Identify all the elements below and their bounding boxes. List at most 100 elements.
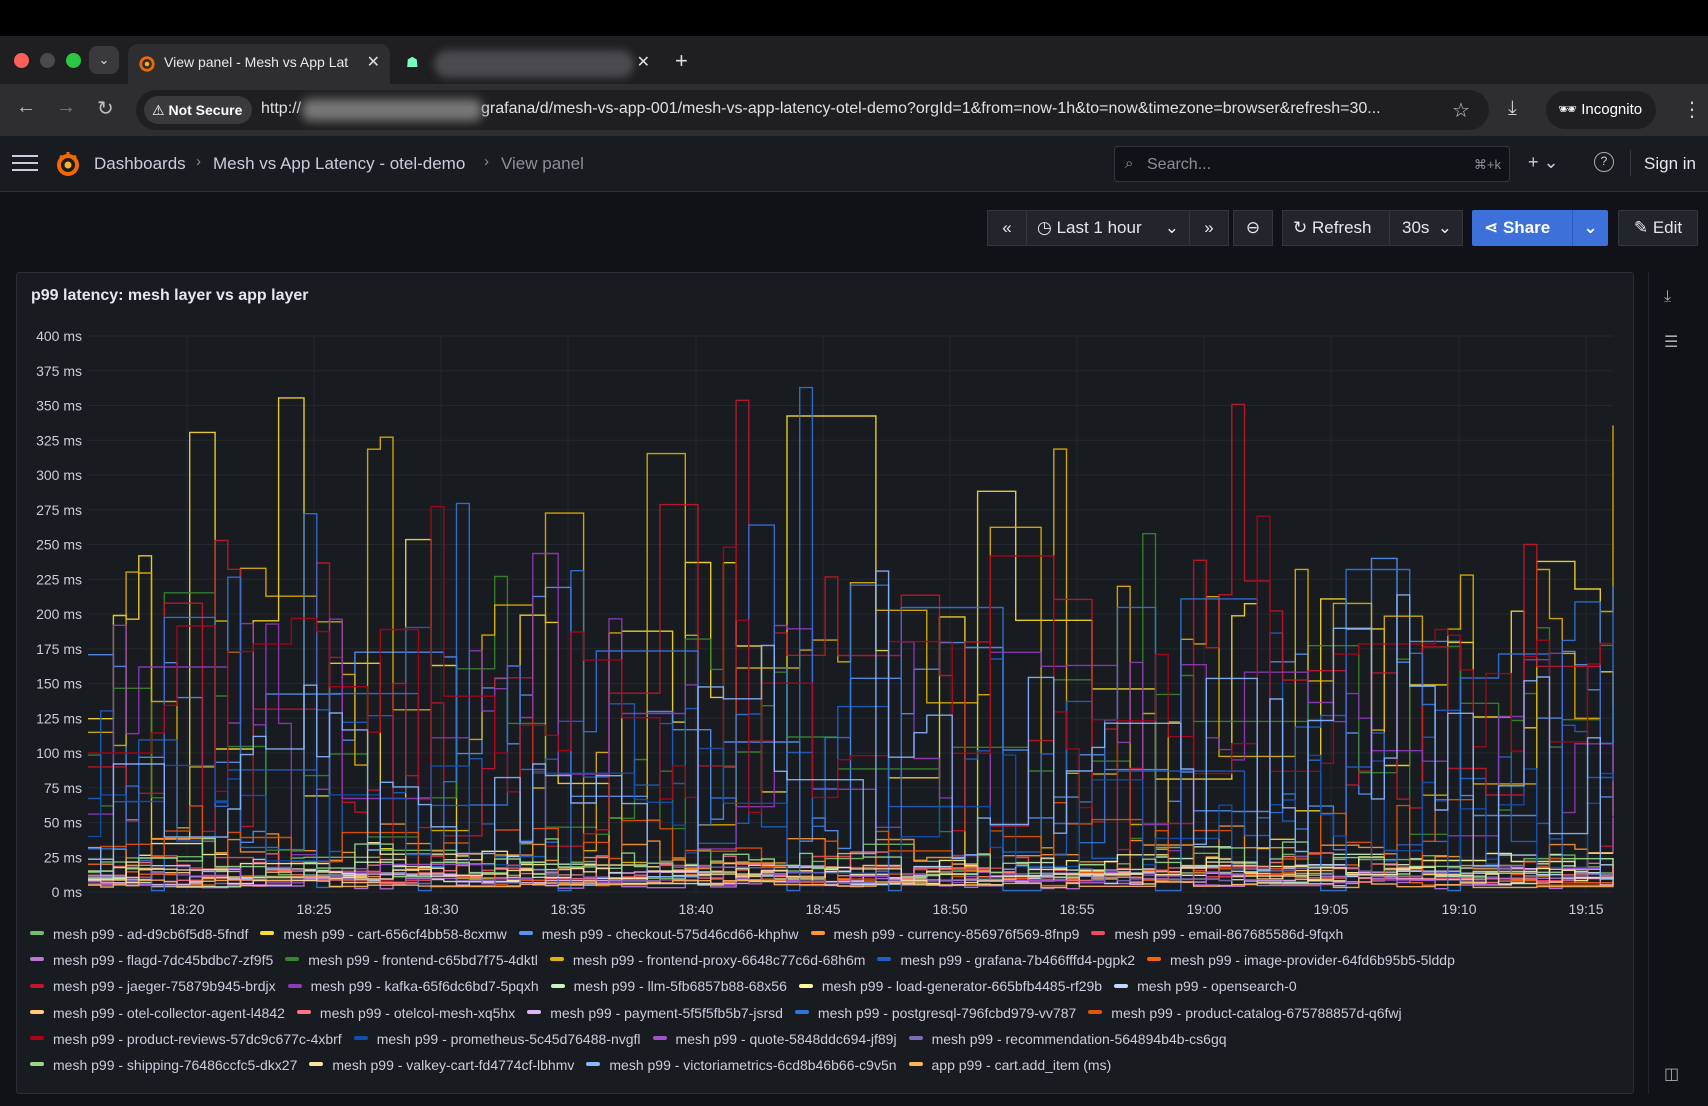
legend-swatch bbox=[549, 957, 564, 962]
x-tick-label: 18:45 bbox=[805, 901, 840, 917]
legend-item[interactable]: mesh p99 - ad-d9cb6f5d8-5fndf bbox=[30, 926, 248, 942]
legend-swatch bbox=[287, 983, 302, 988]
x-tick-label: 19:10 bbox=[1441, 901, 1476, 917]
y-tick-label: 100 ms bbox=[36, 745, 82, 761]
legend-label: mesh p99 - grafana-7b466fffd4-pgpk2 bbox=[900, 952, 1136, 969]
legend-item[interactable]: app p99 - cart.add_item (ms) bbox=[908, 1056, 1112, 1073]
legend-label: mesh p99 - currency-856976f569-8fnp9 bbox=[833, 926, 1080, 942]
y-tick-label: 175 ms bbox=[36, 641, 82, 657]
legend-item[interactable]: mesh p99 - email-867685586d-9fqxh bbox=[1091, 926, 1343, 942]
legend-item[interactable]: mesh p99 - checkout-575d46cd66-khphw bbox=[518, 926, 799, 942]
x-tick-label: 18:55 bbox=[1059, 901, 1094, 917]
legend-swatch bbox=[877, 957, 892, 962]
legend-swatch bbox=[309, 1062, 324, 1067]
legend-item[interactable]: mesh p99 - frontend-c65bd7f75-4dktl bbox=[285, 952, 538, 968]
legend-label: mesh p99 - victoriametrics-6cd8b46b66-c9… bbox=[609, 1056, 897, 1073]
legend-item[interactable]: mesh p99 - opensearch-0 bbox=[1114, 978, 1297, 994]
x-tick-label: 18:40 bbox=[678, 901, 713, 917]
legend-item[interactable]: mesh p99 - jaeger-75879b945-brdjx bbox=[30, 978, 276, 994]
legend-swatch bbox=[260, 931, 275, 936]
legend-item[interactable]: mesh p99 - frontend-proxy-6648c77c6d-68h… bbox=[549, 952, 866, 969]
legend-swatch bbox=[586, 1062, 601, 1067]
legend-item[interactable]: mesh p99 - load-generator-665bfb4485-rf2… bbox=[798, 978, 1103, 995]
legend-item[interactable]: mesh p99 - image-provider-64fd6b95b5-5ld… bbox=[1147, 952, 1455, 968]
x-tick-label: 18:35 bbox=[550, 901, 585, 917]
legend-swatch bbox=[353, 1036, 368, 1041]
y-tick-label: 200 ms bbox=[36, 606, 82, 622]
legend-item[interactable]: mesh p99 - shipping-76486ccfc5-dkx27 bbox=[30, 1057, 297, 1073]
legend-item[interactable]: mesh p99 - otelcol-mesh-xq5hx bbox=[296, 1004, 516, 1021]
legend-label: mesh p99 - prometheus-5c45d76488-nvgfl bbox=[376, 1030, 641, 1047]
legend-label: mesh p99 - shipping-76486ccfc5-dkx27 bbox=[53, 1056, 298, 1073]
legend-label: mesh p99 - otelcol-mesh-xq5hx bbox=[319, 1004, 516, 1021]
legend-row: mesh p99 - ad-d9cb6f5d8-5fndf mesh p99 - … bbox=[30, 926, 1630, 952]
chart-legend: mesh p99 - ad-d9cb6f5d8-5fndf mesh p99 - … bbox=[30, 926, 1630, 1083]
legend-label: mesh p99 - frontend-proxy-6648c77c6d-68h… bbox=[572, 952, 866, 969]
legend-label: mesh p99 - ad-d9cb6f5d8-5fndf bbox=[53, 926, 249, 942]
legend-item[interactable]: mesh p99 - postgresql-796fcbd979-vv787 bbox=[794, 1004, 1077, 1021]
legend-item[interactable]: mesh p99 - payment-5f5f5fb5b7-jsrsd bbox=[527, 1005, 783, 1021]
legend-swatch bbox=[794, 1009, 809, 1014]
legend-swatch bbox=[285, 957, 300, 962]
legend-item[interactable]: mesh p99 - flagd-7dc45bdbc7-zf9f5 bbox=[30, 952, 273, 968]
x-tick-label: 19:05 bbox=[1313, 901, 1348, 917]
legend-swatch bbox=[1114, 983, 1129, 988]
legend-row: mesh p99 - flagd-7dc45bdbc7-zf9f5 mesh p9… bbox=[30, 952, 1630, 978]
legend-swatch bbox=[1147, 957, 1162, 962]
y-tick-label: 225 ms bbox=[36, 571, 82, 587]
y-tick-label: 0 ms bbox=[52, 884, 82, 900]
x-tick-label: 18:30 bbox=[423, 901, 458, 917]
legend-label: mesh p99 - postgresql-796fcbd979-vv787 bbox=[817, 1004, 1077, 1021]
legend-swatch bbox=[30, 957, 44, 962]
y-tick-label: 50 ms bbox=[44, 815, 82, 831]
legend-item[interactable]: mesh p99 - quote-5848ddc694-jf89j bbox=[652, 1031, 897, 1047]
legend-label: mesh p99 - flagd-7dc45bdbc7-zf9f5 bbox=[53, 952, 274, 969]
legend-swatch bbox=[30, 1009, 44, 1014]
y-tick-label: 300 ms bbox=[36, 467, 82, 483]
legend-swatch bbox=[908, 1062, 923, 1067]
y-tick-label: 400 ms bbox=[36, 328, 82, 344]
y-tick-label: 375 ms bbox=[36, 363, 82, 379]
legend-label: mesh p99 - image-provider-64fd6b95b5-5ld… bbox=[1170, 952, 1455, 969]
legend-item[interactable]: mesh p99 - cart-656cf4bb58-8cxmw bbox=[260, 926, 507, 942]
legend-label: mesh p99 - product-reviews-57dc9c677c-4x… bbox=[53, 1030, 342, 1047]
legend-item[interactable]: mesh p99 - llm-5fb6857b88-68x56 bbox=[550, 978, 787, 995]
legend-item[interactable]: mesh p99 - currency-856976f569-8fnp9 bbox=[810, 926, 1080, 942]
y-tick-label: 250 ms bbox=[36, 537, 82, 553]
legend-label: mesh p99 - valkey-cart-fd4774cf-lbhmv bbox=[332, 1056, 575, 1073]
x-tick-label: 18:25 bbox=[296, 901, 331, 917]
legend-swatch bbox=[798, 983, 813, 988]
legend-swatch bbox=[1088, 1009, 1103, 1014]
y-tick-label: 150 ms bbox=[36, 676, 82, 692]
x-tick-label: 19:00 bbox=[1186, 901, 1221, 917]
legend-label: mesh p99 - frontend-c65bd7f75-4dktl bbox=[308, 952, 538, 969]
legend-item[interactable]: mesh p99 - valkey-cart-fd4774cf-lbhmv bbox=[309, 1057, 574, 1073]
legend-item[interactable]: mesh p99 - recommendation-564894b4b-cs6g… bbox=[908, 1030, 1227, 1047]
legend-swatch bbox=[1091, 931, 1106, 936]
y-tick-label: 275 ms bbox=[36, 502, 82, 518]
legend-swatch bbox=[30, 1062, 44, 1067]
legend-item[interactable]: mesh p99 - otel-collector-agent-l4842 bbox=[30, 1005, 285, 1021]
legend-swatch bbox=[652, 1036, 667, 1041]
legend-item[interactable]: mesh p99 - prometheus-5c45d76488-nvgfl bbox=[353, 1030, 641, 1047]
legend-label: mesh p99 - llm-5fb6857b88-68x56 bbox=[573, 978, 787, 995]
legend-swatch bbox=[30, 931, 44, 936]
y-tick-label: 350 ms bbox=[36, 398, 82, 414]
y-tick-label: 325 ms bbox=[36, 432, 82, 448]
legend-label: app p99 - cart.add_item (ms) bbox=[931, 1056, 1112, 1073]
legend-item[interactable]: mesh p99 - product-catalog-675788857d-q6… bbox=[1088, 1004, 1402, 1021]
legend-item[interactable]: mesh p99 - grafana-7b466fffd4-pgpk2 bbox=[877, 952, 1135, 968]
legend-label: mesh p99 - product-catalog-675788857d-q6… bbox=[1111, 1004, 1402, 1021]
y-tick-label: 125 ms bbox=[36, 710, 82, 726]
legend-swatch bbox=[518, 931, 533, 936]
legend-label: mesh p99 - opensearch-0 bbox=[1137, 978, 1297, 995]
legend-item[interactable]: mesh p99 - victoriametrics-6cd8b46b66-c9… bbox=[586, 1056, 897, 1073]
legend-item[interactable]: mesh p99 - kafka-65f6dc6bd7-5pqxh bbox=[287, 978, 539, 994]
legend-item[interactable]: mesh p99 - product-reviews-57dc9c677c-4x… bbox=[30, 1031, 342, 1047]
legend-label: mesh p99 - cart-656cf4bb58-8cxmw bbox=[283, 926, 507, 942]
legend-label: mesh p99 - recommendation-564894b4b-cs6g… bbox=[931, 1030, 1227, 1047]
x-tick-label: 18:50 bbox=[932, 901, 967, 917]
legend-row: mesh p99 - otel-collector-agent-l4842 mes… bbox=[30, 1005, 1630, 1031]
legend-label: mesh p99 - load-generator-665bfb4485-rf2… bbox=[821, 978, 1103, 995]
legend-row: mesh p99 - product-reviews-57dc9c677c-4x… bbox=[30, 1031, 1630, 1057]
